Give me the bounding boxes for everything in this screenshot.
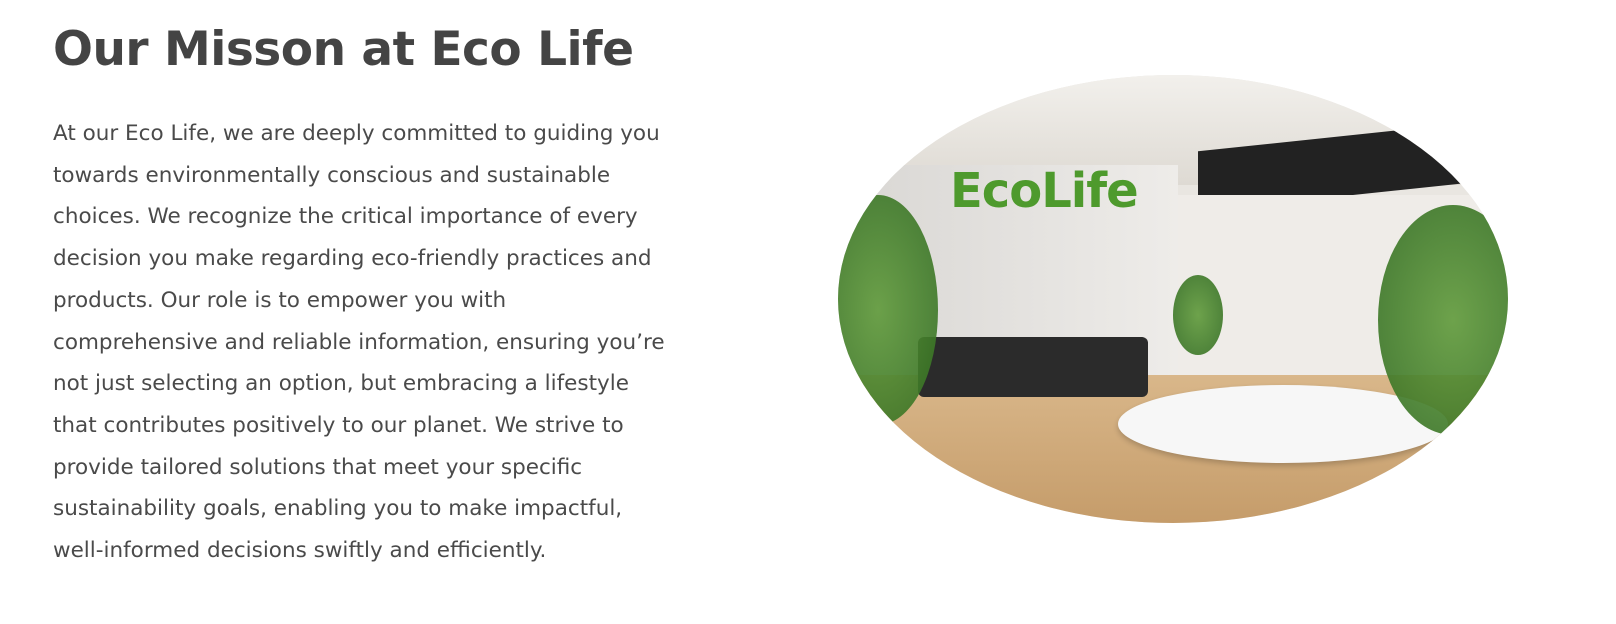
black-sofa [918,337,1148,397]
paragraph-line: well-informed decisions swiftly and effi… [53,538,547,564]
paragraph-line: sustainability goals, enabling you to ma… [53,496,623,522]
paragraph-line: not just selecting an option, but embrac… [53,371,629,397]
paragraph-line: choices. We recognize the critical impor… [53,204,638,230]
paragraph-line: that contributes positively to our plane… [53,412,624,438]
mission-paragraph: At our Eco Life, we are deeply committed… [53,113,773,572]
paragraph-line: At our Eco Life, we are deeply committed… [53,121,660,146]
office-photo: EcoLife [838,75,1508,523]
page-title: Our Misson at Eco Life [53,22,634,77]
ecolife-wall-logo: EcoLife [950,163,1139,219]
paragraph-line: products. Our role is to empower you wit… [53,287,507,313]
paragraph-line: towards environmentally conscious and su… [53,162,611,188]
paragraph-line: provide tailored solutions that meet you… [53,454,583,480]
paragraph-line: comprehensive and reliable information, … [53,329,665,355]
plant-middle [1173,275,1223,355]
paragraph-line: decision you make regarding eco-friendly… [53,246,652,272]
